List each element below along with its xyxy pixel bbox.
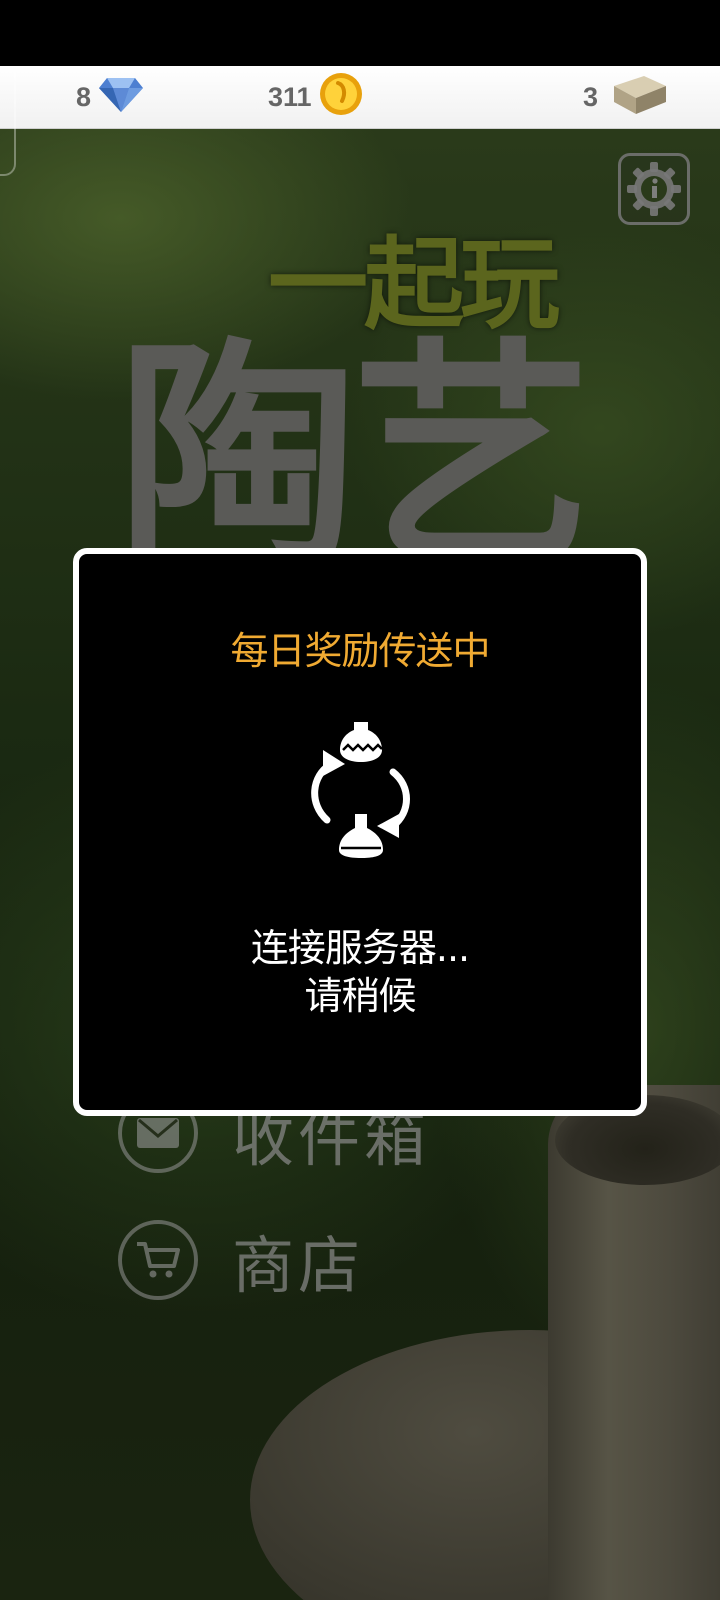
vase-sync-icon xyxy=(301,714,421,864)
gems-value: 8 xyxy=(76,81,92,112)
settings-button[interactable] xyxy=(618,153,690,225)
status-bar xyxy=(0,0,720,66)
dialog-message-line1: 连接服务器... xyxy=(250,926,470,970)
top-bar-notch xyxy=(0,66,16,176)
coins-counter[interactable]: 311 xyxy=(268,66,364,128)
menu-label-shop: 商店 xyxy=(232,1229,365,1302)
diamond-icon xyxy=(97,74,145,121)
gems-counter[interactable]: 8 xyxy=(76,66,145,128)
dialog-message-line2: 请稍候 xyxy=(304,974,416,1018)
coins-value: 311 xyxy=(268,81,312,112)
title-main: 陶艺 xyxy=(118,318,592,598)
daily-reward-dialog: 每日奖励传送中 连接服务器... 请稍候 xyxy=(73,548,647,1116)
menu-item-shop[interactable]: 商店 xyxy=(118,1217,364,1303)
clay-counter[interactable]: 3 xyxy=(583,66,670,128)
gold-coin-icon xyxy=(318,71,364,124)
clay-block-icon xyxy=(610,72,670,123)
dialog-title: 每日奖励传送中 xyxy=(230,629,490,673)
cart-icon xyxy=(118,1220,198,1300)
clay-value: 3 xyxy=(583,81,599,112)
dialog-message: 连接服务器... 请稍候 xyxy=(79,924,641,1020)
game-screen: 一起玩 陶艺 创造 制作 收件箱 xyxy=(0,0,720,1600)
gear-info-icon xyxy=(627,162,681,216)
